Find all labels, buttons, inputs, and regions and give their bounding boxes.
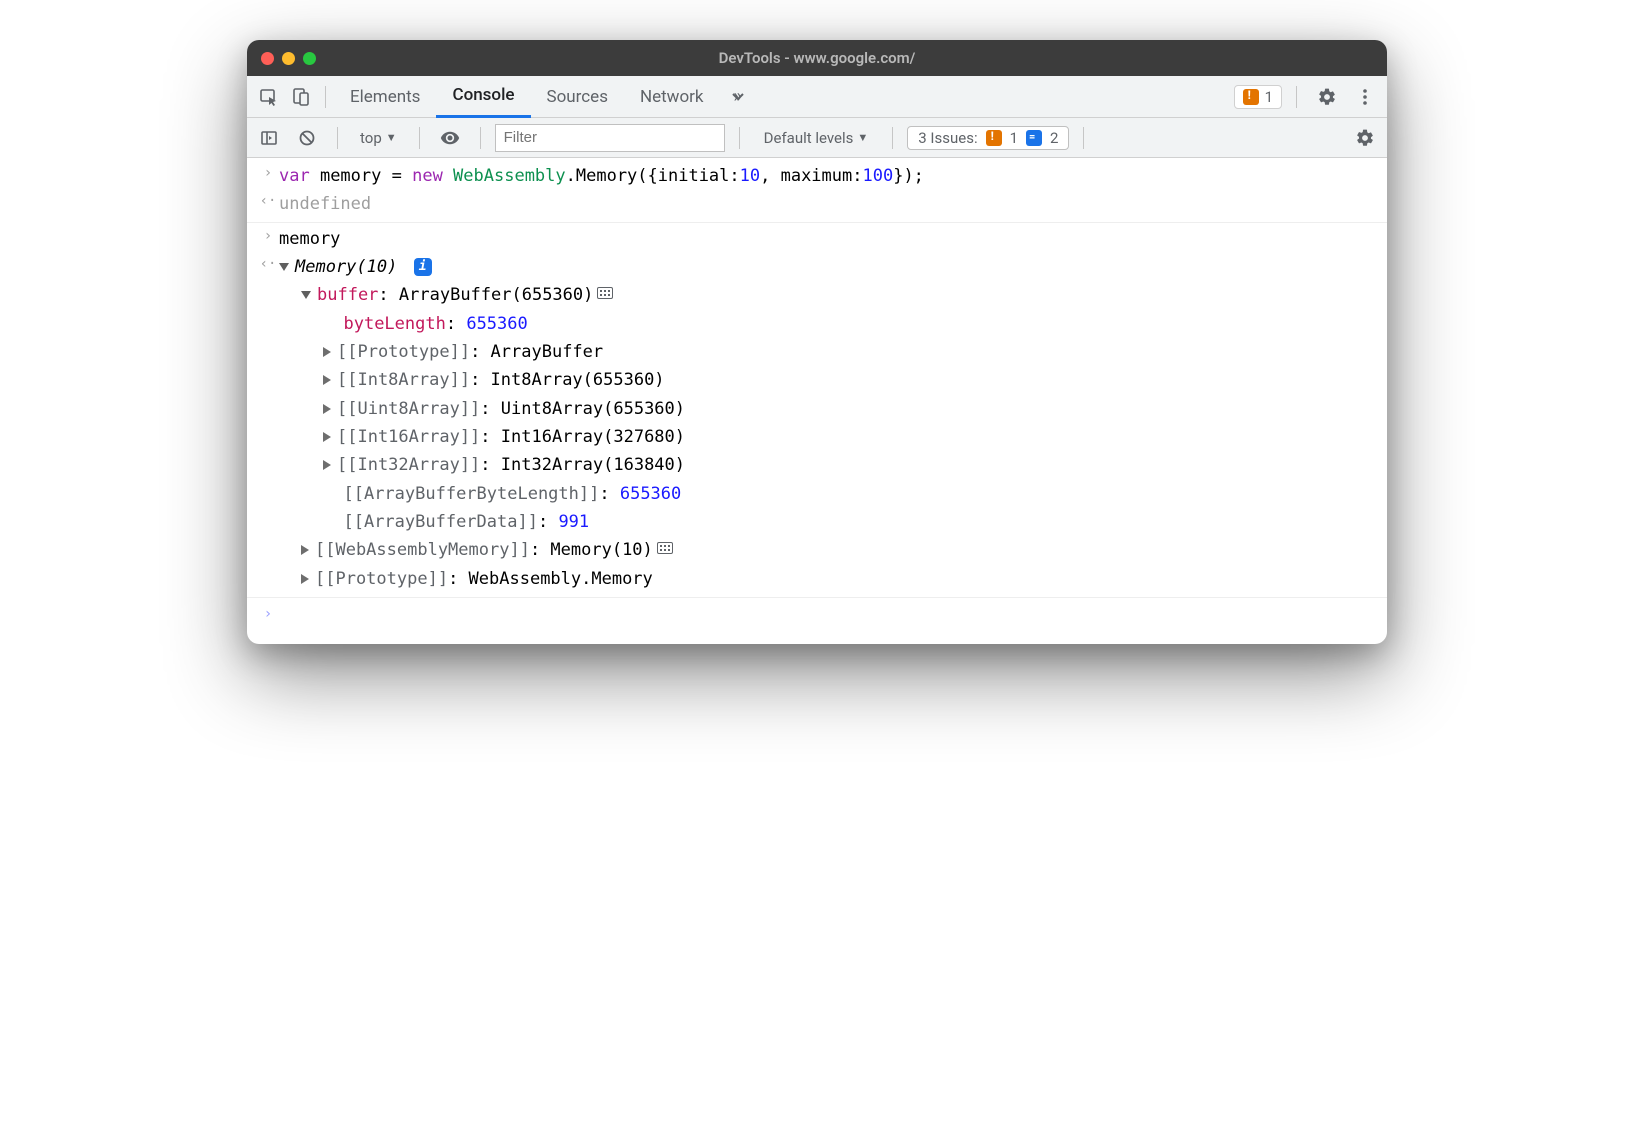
console-input-row[interactable]: › memory xyxy=(247,225,1387,253)
expand-toggle[interactable] xyxy=(323,375,331,385)
info-icon xyxy=(1026,130,1042,146)
toggle-sidebar-icon[interactable] xyxy=(253,122,285,154)
console-output-row: ‹· Memory(10) i xyxy=(247,253,1387,281)
log-levels-dropdown[interactable]: Default levels ▼ xyxy=(754,129,879,147)
expand-toggle[interactable] xyxy=(323,460,331,470)
object-property-row[interactable]: [[Int32Array]]: Int32Array(163840) xyxy=(247,451,1387,479)
console-output-row: ‹· undefined xyxy=(247,190,1387,222)
tab-console[interactable]: Console xyxy=(436,76,530,118)
divider xyxy=(1296,86,1297,108)
settings-icon[interactable] xyxy=(1311,81,1343,113)
warning-icon xyxy=(1243,89,1259,105)
input-prompt-icon: › xyxy=(257,163,279,189)
divider xyxy=(337,127,338,149)
object-property-row[interactable]: byteLength: 655360 xyxy=(247,310,1387,338)
object-property-row[interactable]: [[Int16Array]]: Int16Array(327680) xyxy=(247,423,1387,451)
tab-sources[interactable]: Sources xyxy=(531,76,624,118)
warning-icon xyxy=(986,130,1002,146)
devtools-window: DevTools - www.google.com/ Elements Cons… xyxy=(247,40,1387,644)
info-badge-icon[interactable]: i xyxy=(414,258,432,276)
divider xyxy=(739,127,740,149)
output-icon: ‹· xyxy=(257,191,279,217)
object-property-row[interactable]: [[Prototype]]: ArrayBuffer xyxy=(247,338,1387,366)
minimize-window-button[interactable] xyxy=(282,52,295,65)
warnings-badge[interactable]: 1 xyxy=(1234,85,1282,109)
divider xyxy=(480,127,481,149)
console-settings-icon[interactable] xyxy=(1349,122,1381,154)
memory-inspector-icon[interactable] xyxy=(657,542,673,554)
context-selector[interactable]: top ▼ xyxy=(352,126,405,150)
panel-tabbar: Elements Console Sources Network » 1 xyxy=(247,76,1387,118)
input-prompt-icon: › xyxy=(257,226,279,252)
maximize-window-button[interactable] xyxy=(303,52,316,65)
expand-toggle[interactable] xyxy=(301,291,311,299)
divider xyxy=(892,127,893,149)
expand-toggle[interactable] xyxy=(301,545,309,555)
divider xyxy=(419,127,420,149)
object-property-row[interactable]: [[WebAssemblyMemory]]: Memory(10) xyxy=(247,536,1387,564)
output-undefined: undefined xyxy=(279,191,1377,217)
console-body: › var memory = new WebAssembly.Memory({i… xyxy=(247,158,1387,644)
object-property-row[interactable]: buffer: ArrayBuffer(655360) xyxy=(247,281,1387,309)
warnings-count: 1 xyxy=(1265,88,1273,106)
object-property-row[interactable]: [[ArrayBufferByteLength]]: 655360 xyxy=(247,480,1387,508)
clear-console-icon[interactable] xyxy=(291,122,323,154)
object-header[interactable]: Memory(10) xyxy=(295,257,397,277)
expand-toggle[interactable] xyxy=(279,263,289,271)
prompt-icon: › xyxy=(257,604,279,626)
object-property-row[interactable]: [[Uint8Array]]: Uint8Array(655360) xyxy=(247,395,1387,423)
titlebar: DevTools - www.google.com/ xyxy=(247,40,1387,76)
expand-toggle[interactable] xyxy=(323,404,331,414)
expand-toggle[interactable] xyxy=(323,347,331,357)
divider xyxy=(325,86,326,108)
more-tabs-icon[interactable]: » xyxy=(720,81,752,113)
close-window-button[interactable] xyxy=(261,52,274,65)
console-prompt[interactable]: › xyxy=(247,597,1387,640)
issues-label: 3 Issues: xyxy=(918,129,977,147)
tab-elements[interactable]: Elements xyxy=(334,76,436,118)
divider xyxy=(1083,127,1084,149)
tab-network[interactable]: Network xyxy=(624,76,720,118)
expand-toggle[interactable] xyxy=(323,432,331,442)
object-property-row[interactable]: [[ArrayBufferData]]: 991 xyxy=(247,508,1387,536)
kebab-menu-icon[interactable] xyxy=(1349,81,1381,113)
issues-info-count: 2 xyxy=(1050,129,1058,147)
object-property-row[interactable]: [[Prototype]]: WebAssembly.Memory xyxy=(247,565,1387,593)
device-toolbar-icon[interactable] xyxy=(285,81,317,113)
input-text: memory xyxy=(279,226,1377,252)
issues-warn-count: 1 xyxy=(1010,129,1018,147)
object-property-row[interactable]: [[Int8Array]]: Int8Array(655360) xyxy=(247,366,1387,394)
inspect-element-icon[interactable] xyxy=(253,81,285,113)
console-toolbar: top ▼ Default levels ▼ 3 Issues: 1 2 xyxy=(247,118,1387,158)
console-input-row[interactable]: › var memory = new WebAssembly.Memory({i… xyxy=(247,162,1387,190)
traffic-lights xyxy=(261,52,316,65)
live-expression-icon[interactable] xyxy=(434,122,466,154)
filter-input[interactable] xyxy=(495,124,725,152)
window-title: DevTools - www.google.com/ xyxy=(247,49,1387,67)
issues-badge[interactable]: 3 Issues: 1 2 xyxy=(907,126,1069,150)
output-icon: ‹· xyxy=(257,254,279,280)
expand-toggle[interactable] xyxy=(301,574,309,584)
memory-inspector-icon[interactable] xyxy=(597,287,613,299)
